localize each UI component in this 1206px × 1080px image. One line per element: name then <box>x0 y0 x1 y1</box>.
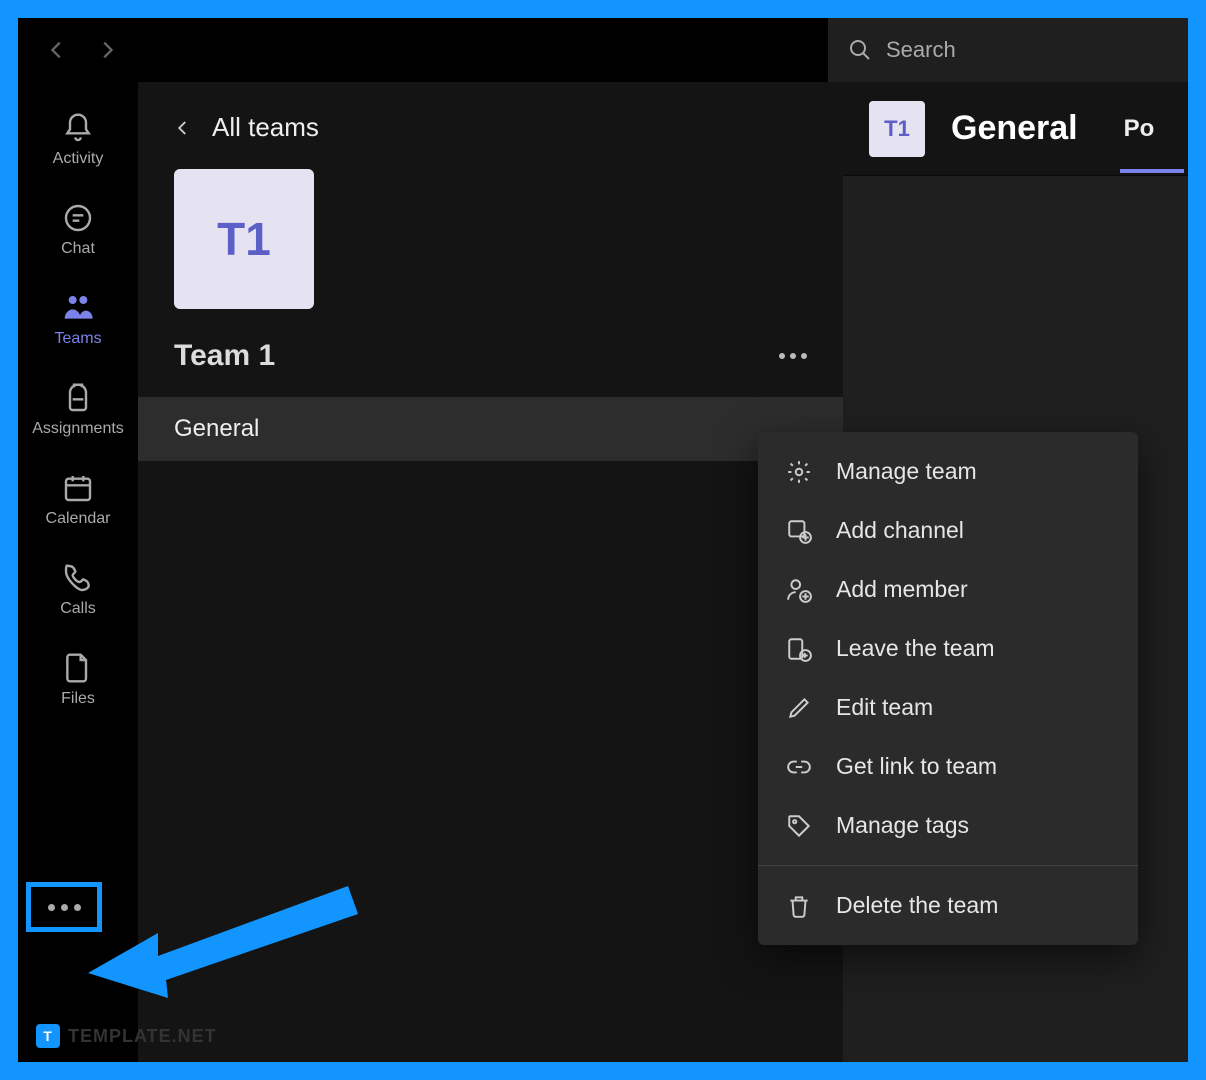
ellipsis-icon <box>74 904 81 911</box>
chat-icon <box>62 202 94 234</box>
menu-delete-team[interactable]: Delete the team <box>758 876 1138 935</box>
chevron-left-icon <box>174 119 192 137</box>
bell-icon <box>62 112 94 144</box>
file-icon <box>62 652 94 684</box>
titlebar: Search <box>18 18 1188 82</box>
menu-label: Get link to team <box>836 753 997 780</box>
channel-general[interactable]: General <box>138 397 843 461</box>
rail-label: Assignments <box>32 420 124 438</box>
ellipsis-icon <box>61 904 68 911</box>
menu-add-member[interactable]: Add member <box>758 560 1138 619</box>
menu-manage-tags[interactable]: Manage tags <box>758 796 1138 855</box>
menu-divider <box>758 865 1138 866</box>
menu-label: Manage team <box>836 458 977 485</box>
tag-icon <box>786 813 812 839</box>
menu-edit-team[interactable]: Edit team <box>758 678 1138 737</box>
rail-label: Activity <box>53 150 104 168</box>
rail-label: Calendar <box>46 510 111 528</box>
leave-icon <box>786 636 812 662</box>
rail-item-teams[interactable]: Teams <box>54 292 101 348</box>
rail-item-files[interactable]: Files <box>61 652 95 708</box>
teams-icon <box>62 292 94 324</box>
menu-label: Add channel <box>836 517 964 544</box>
rail-label: Teams <box>54 330 101 348</box>
team-more-button[interactable] <box>779 353 807 359</box>
menu-label: Manage tags <box>836 812 969 839</box>
rail-label: Calls <box>60 600 96 618</box>
add-channel-icon <box>786 518 812 544</box>
content-header: T1 General Po <box>843 82 1188 176</box>
search-placeholder: Search <box>886 37 956 63</box>
ellipsis-icon <box>48 904 55 911</box>
app-window: Search Activity Chat Teams Assignments <box>18 18 1188 1062</box>
rail-label: Files <box>61 690 95 708</box>
panel-back-label: All teams <box>212 112 319 143</box>
rail-item-activity[interactable]: Activity <box>53 112 104 168</box>
team-name: Team 1 <box>174 339 275 373</box>
menu-label: Edit team <box>836 694 933 721</box>
panel-back[interactable]: All teams <box>138 112 843 169</box>
tab-posts[interactable]: Po <box>1124 115 1155 143</box>
rail-item-assignments[interactable]: Assignments <box>32 382 124 438</box>
search-input[interactable]: Search <box>828 18 1188 82</box>
watermark-text: TEMPLATE.NET <box>68 1026 217 1047</box>
menu-label: Leave the team <box>836 635 995 662</box>
search-icon <box>848 38 872 62</box>
channel-title: General <box>951 109 1078 148</box>
trash-icon <box>786 893 812 919</box>
add-member-icon <box>786 577 812 603</box>
rail-item-calendar[interactable]: Calendar <box>46 472 111 528</box>
annotation-arrow <box>88 878 368 998</box>
calendar-icon <box>62 472 94 504</box>
menu-label: Add member <box>836 576 968 603</box>
rail-label: Chat <box>61 240 95 258</box>
team-header: Team 1 <box>138 339 843 397</box>
menu-manage-team[interactable]: Manage team <box>758 442 1138 501</box>
backpack-icon <box>62 382 94 414</box>
menu-get-link[interactable]: Get link to team <box>758 737 1138 796</box>
back-icon[interactable] <box>46 39 68 61</box>
menu-leave-team[interactable]: Leave the team <box>758 619 1138 678</box>
menu-add-channel[interactable]: Add channel <box>758 501 1138 560</box>
pencil-icon <box>786 695 812 721</box>
channel-tile: T1 <box>869 101 925 157</box>
rail-item-chat[interactable]: Chat <box>61 202 95 258</box>
phone-icon <box>62 562 94 594</box>
history-nav <box>46 39 118 61</box>
team-tile[interactable]: T1 <box>174 169 314 309</box>
rail-item-calls[interactable]: Calls <box>60 562 96 618</box>
team-context-menu: Manage team Add channel Add member Leave… <box>758 432 1138 945</box>
link-icon <box>786 754 812 780</box>
forward-icon[interactable] <box>96 39 118 61</box>
main: Activity Chat Teams Assignments Calendar… <box>18 82 1188 1062</box>
gear-icon <box>786 459 812 485</box>
watermark: T TEMPLATE.NET <box>36 1024 217 1048</box>
menu-label: Delete the team <box>836 892 998 919</box>
watermark-badge: T <box>36 1024 60 1048</box>
